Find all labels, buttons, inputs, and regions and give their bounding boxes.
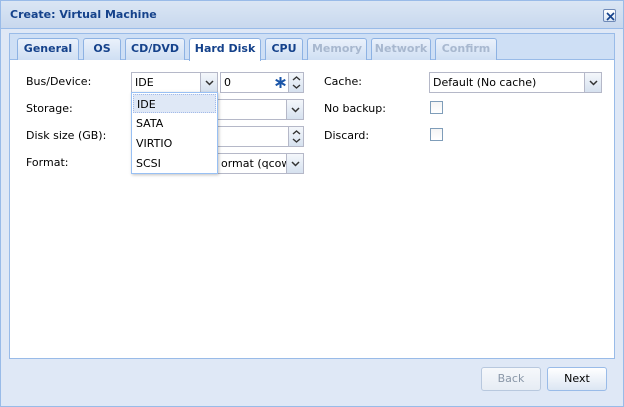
window-titlebar: Create: Virtual Machine	[1, 1, 623, 29]
device-number-field[interactable]: 0	[220, 72, 304, 93]
format-select-trigger[interactable]	[286, 154, 303, 173]
disk-size-spinner[interactable]	[288, 127, 303, 146]
discard-label: Discard:	[324, 129, 370, 142]
discard-checkbox[interactable]	[430, 128, 443, 141]
tab-os[interactable]: OS	[83, 38, 121, 60]
device-number-spinner[interactable]	[288, 73, 303, 92]
tab-general[interactable]: General	[17, 38, 79, 60]
storage-label: Storage:	[26, 102, 73, 115]
wizard-footer: Back Next	[1, 361, 623, 406]
chevron-down-icon	[589, 80, 598, 86]
bus-select-trigger[interactable]	[200, 73, 217, 92]
device-number-value: 0	[224, 76, 231, 89]
tab-hard-disk[interactable]: Hard Disk	[189, 38, 261, 61]
disk-size-label: Disk size (GB):	[26, 129, 107, 142]
chevron-down-icon	[205, 80, 214, 86]
bus-select-value: IDE	[135, 76, 154, 89]
close-icon	[606, 12, 615, 21]
bus-option-virtio[interactable]: VIRTIO	[133, 134, 216, 153]
close-button[interactable]	[603, 9, 616, 22]
spin-down-icon	[292, 84, 301, 89]
storage-select-trigger[interactable]	[286, 100, 303, 119]
tab-cpu[interactable]: CPU	[265, 38, 303, 60]
tab-strip: General OS CD/DVD Hard Disk CPU Memory N…	[10, 34, 614, 61]
no-backup-checkbox[interactable]	[430, 101, 443, 114]
required-star-icon	[275, 77, 286, 88]
bus-option-scsi[interactable]: SCSI	[133, 154, 216, 173]
bus-option-sata[interactable]: SATA	[133, 114, 216, 133]
next-button[interactable]: Next	[547, 367, 607, 391]
tab-network[interactable]: Network	[371, 38, 431, 60]
wizard-panel: General OS CD/DVD Hard Disk CPU Memory N…	[9, 33, 615, 359]
back-button[interactable]: Back	[481, 367, 541, 391]
bus-device-label: Bus/Device:	[26, 75, 92, 88]
chevron-down-icon	[291, 107, 300, 113]
chevron-down-icon	[291, 161, 300, 167]
tab-confirm[interactable]: Confirm	[435, 38, 497, 60]
spin-up-icon	[292, 76, 301, 81]
window-title: Create: Virtual Machine	[10, 8, 157, 21]
tab-memory[interactable]: Memory	[307, 38, 367, 60]
create-vm-window: Create: Virtual Machine General OS CD/DV…	[0, 0, 624, 407]
cache-select[interactable]: Default (No cache)	[429, 72, 602, 93]
tab-cd-dvd[interactable]: CD/DVD	[125, 38, 185, 60]
spin-up-icon	[292, 130, 301, 135]
cache-label: Cache:	[324, 75, 362, 88]
bus-dropdown-list: IDE SATA VIRTIO SCSI	[131, 92, 218, 174]
bus-option-ide[interactable]: IDE	[133, 94, 216, 113]
bus-select[interactable]: IDE	[131, 72, 218, 93]
cache-select-trigger[interactable]	[584, 73, 601, 92]
format-label: Format:	[26, 156, 69, 169]
cache-select-value: Default (No cache)	[433, 76, 537, 89]
no-backup-label: No backup:	[324, 102, 386, 115]
spin-down-icon	[292, 138, 301, 143]
